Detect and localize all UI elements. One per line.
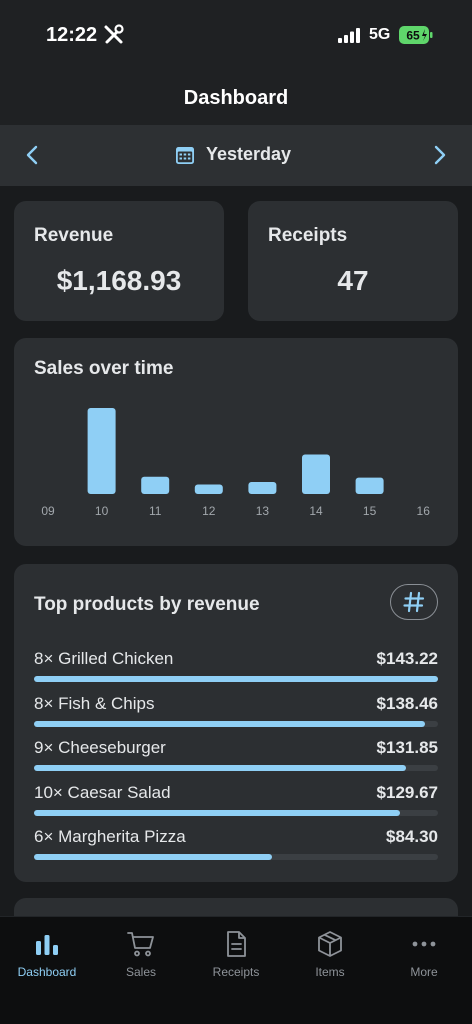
chart-bar-10: [87, 408, 116, 494]
sales-chart-card: Sales over time 09 10 11 12 13 14 15 16: [14, 338, 458, 546]
receipts-card[interactable]: Receipts 47: [248, 201, 458, 321]
tab-label: Dashboard: [17, 965, 77, 979]
x-tick-label: 09: [41, 504, 55, 518]
tab-bar: Dashboard Sales Receipts Items More: [0, 916, 472, 1024]
x-tick-label: 15: [363, 504, 377, 518]
revenue-bar-track: [34, 809, 438, 816]
receipts-label: Receipts: [268, 225, 348, 246]
chart-bar-12: [194, 484, 223, 494]
x-tick-label: 10: [95, 504, 109, 518]
chart-bar-14: [302, 454, 330, 494]
product-revenue: $131.85: [376, 738, 438, 757]
product-row[interactable]: 10× Caesar Salad $129.67: [34, 783, 438, 827]
revenue-bar-track: [34, 765, 438, 771]
tab-receipts[interactable]: Receipts: [189, 929, 283, 979]
revenue-bar-track: [34, 720, 438, 727]
product-revenue: $138.46: [376, 693, 438, 713]
next-day-button[interactable]: [428, 144, 450, 166]
tab-label: More: [410, 965, 438, 979]
status-bar: 12:22 5G 65: [0, 0, 472, 70]
x-tick-label: 14: [309, 504, 323, 518]
date-selector: Yesterday: [0, 125, 472, 186]
product-name: 6× Margherita Pizza: [34, 827, 186, 846]
product-name: 8× Fish & Chips: [34, 693, 155, 713]
revenue-value: $1,168.93: [56, 265, 182, 296]
network-label: 5G: [369, 26, 391, 43]
product-name: 8× Grilled Chicken: [34, 649, 174, 668]
tab-label: Items: [315, 965, 345, 979]
status-time: 12:22: [46, 24, 98, 46]
top-products-title: Top products by revenue: [34, 594, 260, 615]
document-icon: [227, 931, 246, 957]
quantity-toggle-button[interactable]: [390, 584, 438, 620]
date-picker-button[interactable]: Yesterday: [176, 144, 291, 165]
product-row[interactable]: 9× Cheeseburger $131.85: [34, 738, 438, 782]
product-name: 10× Caesar Salad: [34, 782, 171, 802]
revenue-bar-fill: [34, 720, 425, 727]
product-row[interactable]: 6× Margherita Pizza $84.30: [34, 827, 438, 871]
product-revenue: $143.22: [376, 649, 438, 668]
box-icon: [318, 931, 342, 957]
tab-label: Receipts: [212, 965, 260, 979]
revenue-card[interactable]: Revenue $1,168.93: [14, 201, 224, 321]
chart-bar-13: [248, 481, 277, 494]
revenue-bar-fill: [34, 809, 400, 816]
product-revenue: $129.67: [376, 782, 438, 802]
signal-icon: [338, 28, 360, 43]
tab-more[interactable]: More: [377, 929, 471, 979]
tab-label: Sales: [125, 965, 157, 979]
page-title: Dashboard: [183, 87, 289, 109]
hash-icon: [403, 591, 425, 613]
product-row[interactable]: 8× Grilled Chicken $143.22: [34, 649, 438, 693]
more-icon: [412, 941, 436, 947]
tab-items[interactable]: Items: [283, 929, 377, 979]
product-name: 9× Cheeseburger: [34, 738, 166, 757]
top-products-card: Top products by revenue 8× Grilled Chick…: [14, 564, 458, 882]
revenue-bar-track: [34, 854, 438, 860]
revenue-label: Revenue: [34, 225, 114, 246]
date-label: Yesterday: [206, 144, 292, 164]
cart-icon: [127, 932, 154, 957]
revenue-bar-fill: [34, 854, 272, 860]
tab-sales[interactable]: Sales: [94, 929, 188, 979]
x-tick-label: 16: [417, 504, 431, 518]
x-tick-label: 12: [202, 504, 216, 518]
x-tick-label: 11: [149, 504, 162, 518]
tools-icon: [104, 24, 124, 44]
tab-dashboard[interactable]: Dashboard: [0, 929, 94, 979]
product-row[interactable]: 8× Fish & Chips $138.46: [34, 694, 438, 738]
chart-bar-11: [141, 476, 170, 494]
chart-bar-15: [355, 477, 384, 494]
bar-chart-icon: [36, 935, 58, 955]
revenue-bar-fill: [34, 676, 438, 682]
svg-text:65: 65: [406, 29, 420, 43]
previous-day-button[interactable]: [22, 144, 44, 166]
receipts-value: 47: [337, 265, 369, 296]
revenue-bar-track: [34, 676, 438, 682]
battery-icon: 65: [399, 26, 433, 44]
x-tick-label: 13: [256, 504, 270, 518]
nav-bar: Dashboard: [0, 70, 472, 125]
sales-bar-chart: 09 10 11 12 13 14 15 16: [41, 408, 431, 518]
calendar-icon: [176, 146, 194, 164]
revenue-bar-fill: [34, 765, 406, 771]
product-revenue: $84.30: [386, 827, 438, 846]
